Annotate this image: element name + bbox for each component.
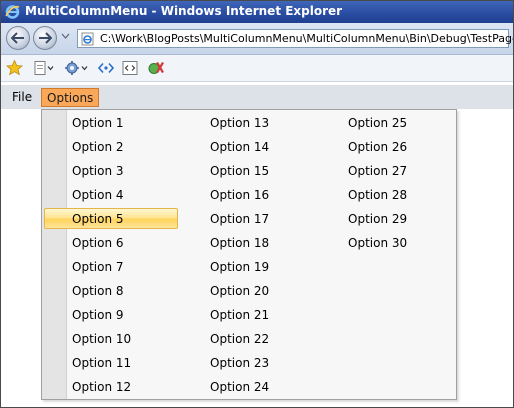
back-arrow-icon [11, 32, 24, 44]
back-button[interactable] [6, 26, 30, 50]
command-toolbar [1, 55, 513, 82]
page-content: File Options Option 1 Option 2 Option 3 … [1, 82, 513, 407]
menu-item-option-8[interactable]: Option 8 [72, 281, 124, 301]
address-input[interactable]: C:\Work\BlogPosts\MultiColumnMenu\MultiC… [77, 29, 513, 48]
menu-item-option-18[interactable]: Option 18 [210, 233, 269, 253]
options-dropdown-menu: Option 1 Option 2 Option 3 Option 4 Opti… [41, 109, 457, 400]
menu-item-option-29[interactable]: Option 29 [348, 209, 407, 229]
forward-arrow-icon [39, 32, 52, 44]
menu-item-option-26[interactable]: Option 26 [348, 137, 407, 157]
menu-item-option-22[interactable]: Option 22 [210, 329, 269, 349]
internet-explorer-icon [5, 5, 20, 19]
menu-item-option-13[interactable]: Option 13 [210, 113, 269, 133]
menu-item-option-4[interactable]: Option 4 [72, 185, 124, 205]
menu-item-option-21[interactable]: Option 21 [210, 305, 269, 325]
title-bar[interactable]: MultiColumnMenu - Windows Internet Explo… [1, 1, 513, 23]
developer-tools-icon[interactable] [97, 59, 115, 77]
menu-icon-gutter [42, 110, 67, 399]
menu-item-option-27[interactable]: Option 27 [348, 161, 407, 181]
menu-item-option-20[interactable]: Option 20 [210, 281, 269, 301]
recent-pages-chevron-icon[interactable] [61, 33, 70, 39]
forward-button[interactable] [33, 26, 57, 50]
menu-item-option-6[interactable]: Option 6 [72, 233, 124, 253]
html-view-icon[interactable] [122, 59, 138, 77]
menu-item-option-7[interactable]: Option 7 [72, 257, 124, 277]
menu-item-option-12[interactable]: Option 12 [72, 377, 131, 397]
menu-item-option-10[interactable]: Option 10 [72, 329, 131, 349]
menu-item-option-28[interactable]: Option 28 [348, 185, 407, 205]
window-title: MultiColumnMenu - Windows Internet Explo… [25, 4, 343, 18]
page-ie-icon [81, 32, 94, 46]
address-bar-row: C:\Work\BlogPosts\MultiColumnMenu\MultiC… [1, 23, 513, 55]
page-menu-icon[interactable] [34, 59, 54, 77]
address-url: C:\Work\BlogPosts\MultiColumnMenu\MultiC… [100, 32, 514, 45]
menu-item-option-25[interactable]: Option 25 [348, 113, 407, 133]
menu-item-option-19[interactable]: Option 19 [210, 257, 269, 277]
menu-item-option-11[interactable]: Option 11 [72, 353, 131, 373]
menu-item-option-23[interactable]: Option 23 [210, 353, 269, 373]
tools-menu-icon[interactable] [64, 59, 88, 77]
menu-item-option-24[interactable]: Option 24 [210, 377, 269, 397]
tools-plugin-icon[interactable] [147, 59, 165, 77]
menu-item-option-16[interactable]: Option 16 [210, 185, 269, 205]
menu-item-option-2[interactable]: Option 2 [72, 137, 124, 157]
menu-item-option-17[interactable]: Option 17 [210, 209, 269, 229]
menu-item-option-3[interactable]: Option 3 [72, 161, 124, 181]
menu-item-option-1[interactable]: Option 1 [72, 113, 124, 133]
menu-bar: File Options [1, 85, 513, 109]
menu-file[interactable]: File [7, 88, 37, 107]
menu-options[interactable]: Options [41, 88, 100, 107]
menu-item-option-15[interactable]: Option 15 [210, 161, 269, 181]
menu-item-option-30[interactable]: Option 30 [348, 233, 407, 253]
menu-item-option-9[interactable]: Option 9 [72, 305, 124, 325]
browser-window: MultiColumnMenu - Windows Internet Explo… [0, 0, 514, 408]
favorites-star-icon[interactable] [6, 59, 23, 77]
menu-item-option-14[interactable]: Option 14 [210, 137, 269, 157]
menu-item-option-5[interactable]: Option 5 [72, 209, 124, 229]
